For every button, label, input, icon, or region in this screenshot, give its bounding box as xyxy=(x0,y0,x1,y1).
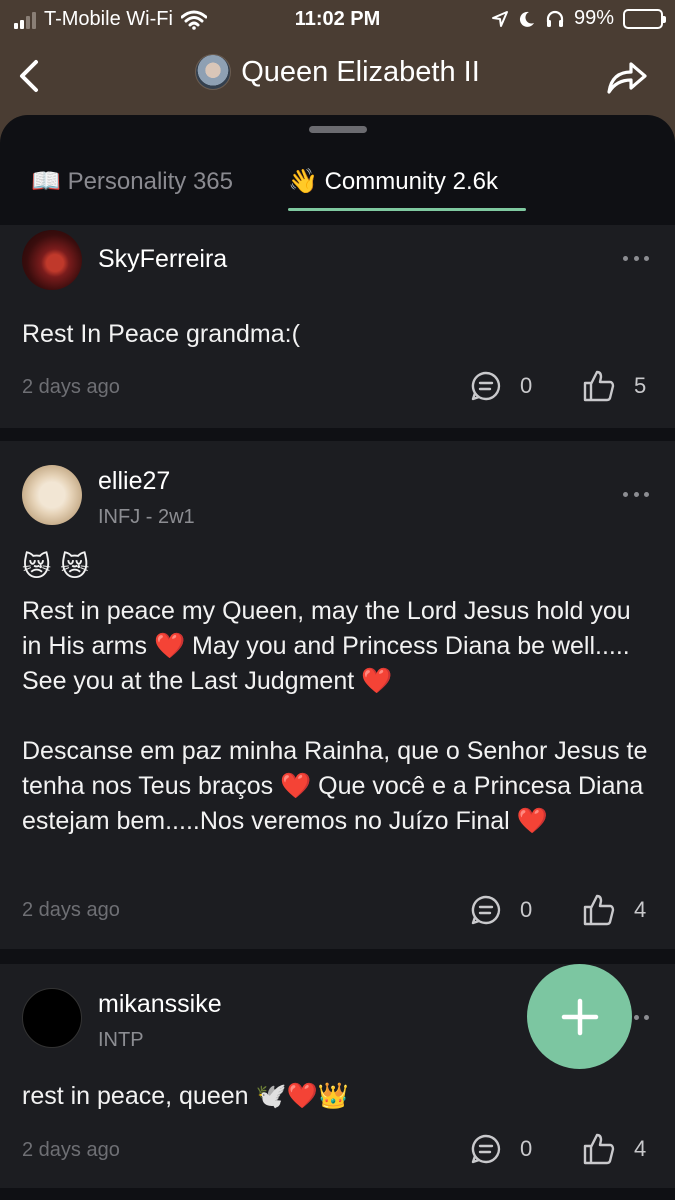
post-timestamp: 2 days ago xyxy=(22,899,120,921)
avatar[interactable] xyxy=(22,988,82,1048)
tab-personality-label: Personality 365 xyxy=(67,168,233,195)
sheet-grabber[interactable] xyxy=(309,126,367,133)
thumbs-up-icon xyxy=(583,370,615,402)
share-icon xyxy=(607,62,647,94)
tab-personality[interactable]: 📖 Personality 365 xyxy=(31,167,233,196)
status-bar: T-Mobile Wi-Fi 11:02 PM 99% xyxy=(0,0,675,40)
headphones-icon xyxy=(546,10,564,27)
profile-avatar xyxy=(195,54,232,90)
like-button[interactable]: 5 xyxy=(582,368,652,404)
share-button[interactable] xyxy=(605,54,649,98)
post-timestamp: 2 days ago xyxy=(22,376,120,398)
active-tab-indicator xyxy=(288,208,526,211)
post-timestamp: 2 days ago xyxy=(22,1139,120,1161)
comment-button[interactable]: 0 xyxy=(470,892,540,928)
avatar[interactable] xyxy=(22,465,82,525)
emoji-line: 😿 😿 xyxy=(22,550,90,583)
username[interactable]: ellie27 xyxy=(98,467,170,496)
username[interactable]: SkyFerreira xyxy=(98,245,227,274)
moon-icon xyxy=(519,11,534,27)
book-icon: 📖 xyxy=(31,167,61,195)
avatar[interactable] xyxy=(22,230,82,290)
comment-icon xyxy=(471,1134,501,1164)
comment-count: 0 xyxy=(520,1136,533,1161)
post-card[interactable]: SkyFerreira Rest In Peace grandma:( 2 da… xyxy=(0,225,675,428)
username[interactable]: mikanssike xyxy=(98,990,222,1019)
post-card[interactable]: ellie27 INFJ - 2w1 😿 😿 Rest in peace my … xyxy=(0,441,675,949)
tab-community-label: Community 2.6k xyxy=(324,168,498,195)
like-button[interactable]: 4 xyxy=(582,892,652,928)
comment-button[interactable]: 0 xyxy=(470,368,540,404)
tab-community[interactable]: 👋 Community 2.6k xyxy=(288,167,498,196)
comment-icon xyxy=(471,895,501,925)
more-options-icon[interactable] xyxy=(623,256,649,264)
location-arrow-icon xyxy=(491,10,508,27)
personality-type: INFJ - 2w1 xyxy=(98,506,195,528)
like-button[interactable]: 4 xyxy=(582,1131,652,1167)
comment-count: 0 xyxy=(520,897,533,922)
like-count: 4 xyxy=(634,1136,647,1161)
create-post-button[interactable] xyxy=(527,964,632,1069)
nav-header: Queen Elizabeth II xyxy=(0,48,675,108)
page-title: Queen Elizabeth II xyxy=(241,55,480,88)
like-count: 5 xyxy=(634,373,647,398)
comment-button[interactable]: 0 xyxy=(470,1131,540,1167)
post-body: Rest in peace my Queen, may the Lord Jes… xyxy=(22,597,648,835)
battery-icon xyxy=(623,8,666,29)
waving-hand-icon: 👋 xyxy=(288,167,318,195)
post-body: rest in peace, queen 🕊️❤️👑 xyxy=(22,1082,349,1110)
thumbs-up-icon xyxy=(583,1133,615,1165)
thumbs-up-icon xyxy=(583,894,615,926)
plus-icon xyxy=(561,998,598,1035)
post-body: Rest In Peace grandma:( xyxy=(22,320,300,348)
like-count: 4 xyxy=(634,897,647,922)
personality-type: INTP xyxy=(98,1029,144,1051)
battery-percent: 99% xyxy=(573,7,614,29)
comment-icon xyxy=(471,371,501,401)
more-options-icon[interactable] xyxy=(623,492,649,500)
comment-count: 0 xyxy=(520,373,533,398)
